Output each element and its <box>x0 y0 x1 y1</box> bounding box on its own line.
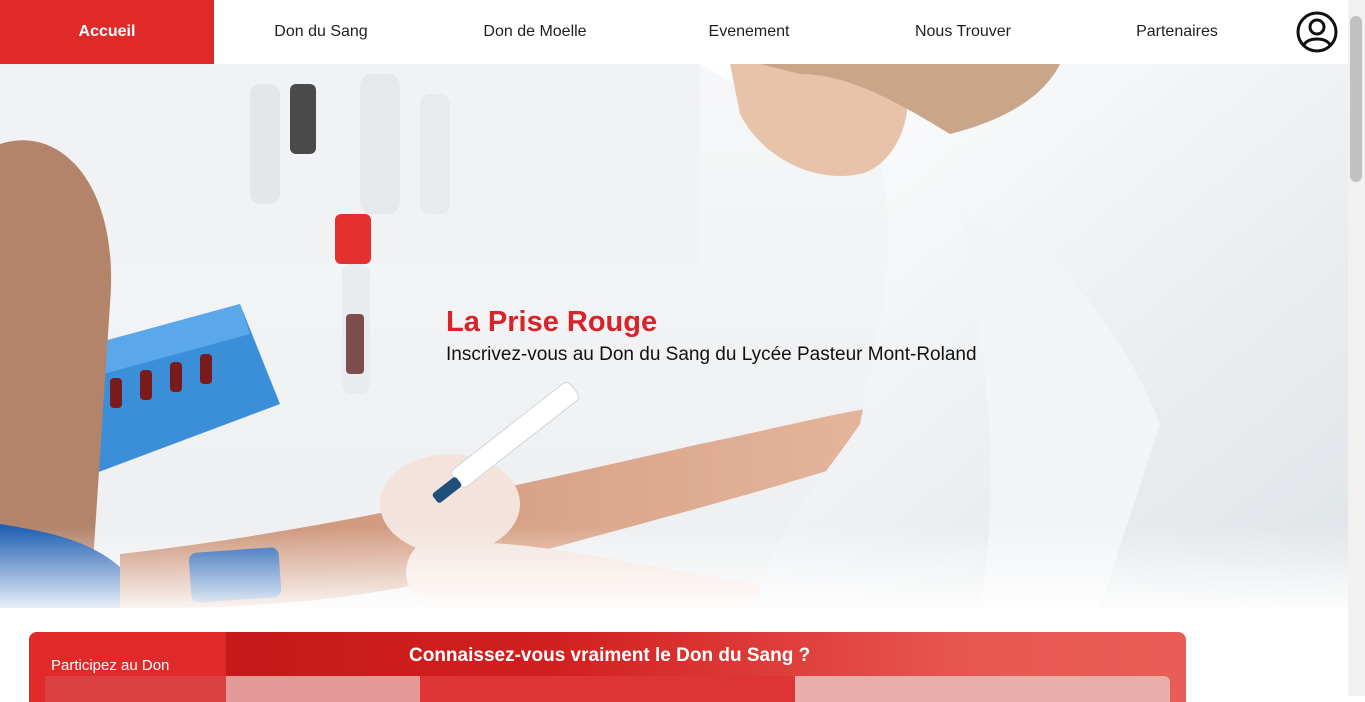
don-info-card: Participez au Don Connaissez-vous vraime… <box>29 632 1186 702</box>
nav-item-evenement[interactable]: Evenement <box>642 0 856 64</box>
page-scrollbar[interactable] <box>1348 0 1365 696</box>
main-nav: Accueil Don du Sang Don de Moelle Evenem… <box>0 0 1348 64</box>
user-circle-icon <box>1296 11 1338 53</box>
participez-tab-label: Participez au Don <box>51 657 170 674</box>
card-strip-segment <box>45 676 226 702</box>
hero-subtitle: Inscrivez-vous au Don du Sang du Lycée P… <box>446 344 977 365</box>
card-strip-segment <box>226 676 420 702</box>
scrollbar-thumb[interactable] <box>1350 16 1362 182</box>
nav-item-partenaires[interactable]: Partenaires <box>1070 0 1284 64</box>
nav-item-don-de-moelle[interactable]: Don de Moelle <box>428 0 642 64</box>
hero-blood-donation-photo <box>0 64 1348 608</box>
user-account-button[interactable] <box>1284 0 1348 64</box>
nav-item-accueil[interactable]: Accueil <box>0 0 214 64</box>
card-strip-segment <box>420 676 795 702</box>
card-strip-segment <box>795 676 1170 702</box>
hero-banner: La Prise Rouge Inscrivez-vous au Don du … <box>0 64 1348 608</box>
card-title: Connaissez-vous vraiment le Don du Sang … <box>409 645 811 666</box>
nav-item-don-du-sang[interactable]: Don du Sang <box>214 0 428 64</box>
hero-title: La Prise Rouge <box>446 306 658 338</box>
nav-item-nous-trouver[interactable]: Nous Trouver <box>856 0 1070 64</box>
